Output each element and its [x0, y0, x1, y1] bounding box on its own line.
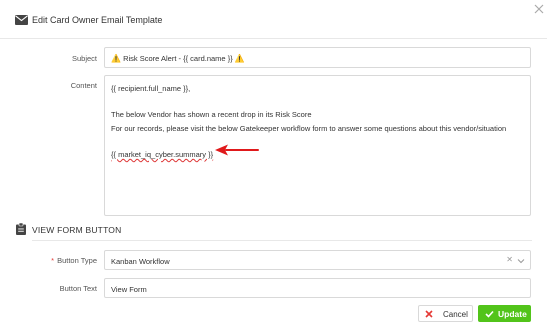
- button-text-label: Button Text: [59, 284, 97, 293]
- clear-icon[interactable]: ✕: [506, 255, 513, 264]
- button-type-label: Button Type: [57, 256, 97, 265]
- button-text-field[interactable]: View Form: [104, 278, 531, 298]
- annotation-arrow-icon: [215, 144, 259, 156]
- button-type-select[interactable]: Kanban Workflow ✕: [104, 250, 531, 270]
- warning-icon: ⚠️: [234, 54, 245, 63]
- clipboard-icon: [16, 223, 26, 235]
- subject-field[interactable]: ⚠️ Risk Score Alert - {{ card.name }} ⚠️: [104, 47, 531, 68]
- update-button[interactable]: Update: [478, 305, 531, 322]
- subject-value: Risk Score Alert - {{ card.name }}: [123, 54, 233, 63]
- cancel-button[interactable]: Cancel: [418, 305, 473, 322]
- button-type-value: Kanban Workflow: [111, 256, 170, 266]
- content-line: [111, 135, 506, 148]
- header-divider: [0, 38, 547, 39]
- content-line: For our records, please visit the below …: [111, 123, 507, 133]
- close-icon: [425, 310, 433, 318]
- button-type-label-wrapper: * Button Type: [17, 256, 97, 265]
- summary-variable: {{ market_iq_cyber.summary }}: [111, 150, 214, 160]
- content-body: {{ recipient.full_name }}, The below Ven…: [111, 82, 506, 161]
- warning-icon: ⚠️: [111, 54, 121, 63]
- update-label: Update: [498, 308, 527, 319]
- content-line: {{ market_iq_cyber.summary }}: [111, 148, 506, 161]
- section-title: VIEW FORM BUTTON: [32, 225, 122, 235]
- button-text-value: View Form: [111, 284, 147, 294]
- chevron-down-icon[interactable]: [517, 257, 525, 265]
- cancel-label: Cancel: [443, 310, 468, 319]
- content-label: Content: [70, 81, 97, 90]
- content-line: {{ recipient.full_name }},: [111, 84, 191, 93]
- required-marker: *: [51, 256, 55, 265]
- modal-title: Edit Card Owner Email Template: [32, 15, 163, 25]
- content-line: [111, 95, 506, 108]
- check-icon: [485, 310, 494, 318]
- envelope-icon: [15, 15, 28, 25]
- section-divider: [32, 240, 532, 241]
- content-line: The below Vendor has shown a recent drop…: [111, 110, 312, 120]
- subject-label: Subject: [71, 54, 97, 63]
- close-icon[interactable]: [533, 3, 545, 15]
- subject-value-wrapper: ⚠️ Risk Score Alert - {{ card.name }} ⚠️: [111, 54, 245, 63]
- content-editor[interactable]: {{ recipient.full_name }}, The below Ven…: [104, 75, 531, 216]
